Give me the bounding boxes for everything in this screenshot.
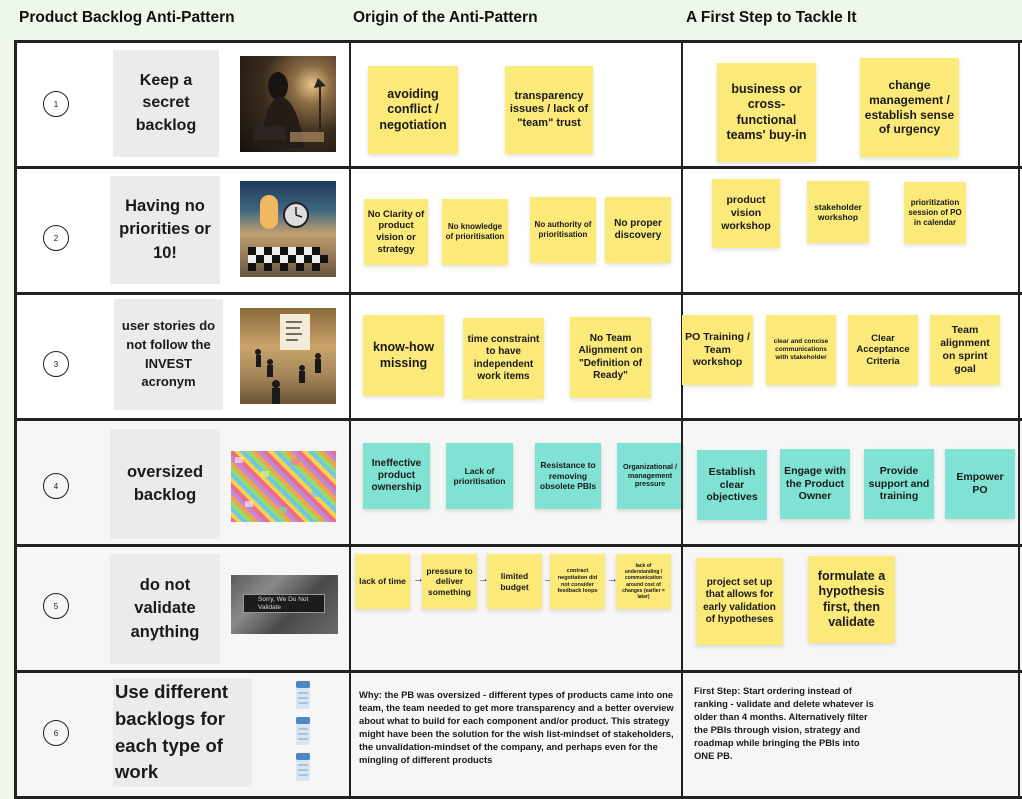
row-6: 6 Use different backlogs for each type o… xyxy=(17,673,1022,799)
anti-pattern-title: oversized backlog xyxy=(110,429,220,539)
anti-pattern-title: Keep a secret backlog xyxy=(113,50,219,157)
origin-sticky: No knowledge of prioritisation xyxy=(442,199,508,265)
column-divider xyxy=(681,169,683,292)
origin-sticky: avoiding conflict / negotiation xyxy=(368,66,458,154)
step-sticky: Empower PO xyxy=(945,449,1015,519)
row-number-badge: 1 xyxy=(43,91,69,117)
step-sticky: formulate a hypothesis first, then valid… xyxy=(808,556,895,643)
image-team-meeting xyxy=(240,308,336,404)
step-sticky: project set up that allows for early val… xyxy=(696,558,783,645)
origin-sticky: No Clarity of product vision or strategy xyxy=(364,199,428,265)
column-divider xyxy=(349,295,351,418)
row-4: 4 oversized backlog Ineffective product … xyxy=(17,421,1022,547)
image-database-stack xyxy=(293,679,313,785)
database-icon xyxy=(296,681,310,781)
anti-pattern-title: user stories do not follow the INVEST ac… xyxy=(114,299,223,410)
backlog-board: 1 Keep a secret backlog avoiding conflic… xyxy=(14,40,1022,799)
origin-sticky: Lack of prioritisation xyxy=(446,443,513,509)
row-5: 5 do not validate anything Sorry, We Do … xyxy=(17,547,1022,673)
step-sticky: Team alignment on sprint goal xyxy=(930,315,1000,385)
column-divider xyxy=(349,421,351,544)
column-divider xyxy=(681,43,683,166)
step-sticky: Engage with the Product Owner xyxy=(780,449,850,519)
column-divider xyxy=(1018,421,1020,544)
clock-room-icon xyxy=(248,195,328,271)
step-sticky: prioritization session of PO in calendar xyxy=(904,182,966,244)
column-divider xyxy=(1018,169,1020,292)
column-divider xyxy=(1018,295,1020,418)
column-divider xyxy=(349,547,351,670)
image-surreal-room xyxy=(240,181,336,277)
column-divider xyxy=(349,43,351,166)
origin-sticky: time constraint to have independent work… xyxy=(463,318,544,399)
origin-sticky: transparency issues / lack of "team" tru… xyxy=(505,66,593,154)
origin-sticky: Resistance to removing obsolete PBIs xyxy=(535,443,601,509)
origin-sticky: Ineffective product ownership xyxy=(363,443,430,509)
column-divider xyxy=(681,673,683,796)
image-sticky-note-wall xyxy=(231,451,336,522)
origin-explanation-text: Why: the PB was oversized - different ty… xyxy=(359,689,674,765)
sign-plate: Sorry, We Do Not Validate xyxy=(243,594,325,613)
row-number-badge: 4 xyxy=(43,473,69,499)
step-sticky: Provide support and training xyxy=(864,449,934,519)
person-writing-icon xyxy=(254,72,326,148)
step-sticky: change management / establish sense of u… xyxy=(860,58,959,157)
row-number-badge: 5 xyxy=(43,593,69,619)
step-sticky: clear and concise communications with st… xyxy=(766,315,836,385)
origin-sticky: lack of understanding / communication ar… xyxy=(616,554,671,609)
column-divider xyxy=(681,421,683,544)
header-first-step: A First Step to Tackle It xyxy=(686,9,857,26)
team-meeting-icon xyxy=(255,314,321,404)
step-sticky: product vision workshop xyxy=(712,179,780,248)
step-sticky: business or cross-functional teams' buy-… xyxy=(717,63,816,162)
row-number-badge: 6 xyxy=(43,720,69,746)
origin-sticky: contract negotiation did not consider fe… xyxy=(550,554,605,609)
column-divider xyxy=(1018,673,1020,796)
origin-sticky: limited budget xyxy=(487,554,542,609)
image-no-validate-sign: Sorry, We Do Not Validate xyxy=(231,575,338,634)
step-sticky: Clear Acceptance Criteria xyxy=(848,315,918,385)
column-divider xyxy=(349,673,351,796)
header-origin: Origin of the Anti-Pattern xyxy=(353,9,538,26)
row-2: 2 Having no priorities or 10! No Clarity… xyxy=(17,169,1022,295)
column-divider xyxy=(349,169,351,292)
row-3: 3 user stories do not follow the INVEST … xyxy=(17,295,1022,421)
step-sticky: stakeholder workshop xyxy=(807,181,869,243)
step-sticky: PO Training / Team workshop xyxy=(682,315,753,385)
origin-sticky: No proper discovery xyxy=(605,197,671,263)
anti-pattern-title: Use different backlogs for each type of … xyxy=(113,678,252,787)
anti-pattern-title: Having no priorities or 10! xyxy=(110,176,220,284)
origin-sticky: No Team Alignment on "Definition of Read… xyxy=(570,317,651,398)
first-step-text: First Step: Start ordering instead of ra… xyxy=(694,685,874,761)
origin-sticky: know-how missing xyxy=(363,315,444,396)
step-sticky: Establish clear objectives xyxy=(697,450,767,520)
header-anti-pattern: Product Backlog Anti-Pattern xyxy=(19,9,235,26)
row-1: 1 Keep a secret backlog avoiding conflic… xyxy=(17,43,1022,169)
colorful-notes-icon xyxy=(235,457,319,513)
row-number-badge: 3 xyxy=(43,351,69,377)
origin-sticky: Organizational / management pressure xyxy=(617,443,683,509)
column-divider xyxy=(1018,43,1020,166)
column-divider xyxy=(681,547,683,670)
column-divider xyxy=(1018,547,1020,670)
row-number-badge: 2 xyxy=(43,225,69,251)
origin-sticky: No authority of prioritisation xyxy=(530,197,596,263)
origin-sticky: lack of time xyxy=(355,554,410,609)
origin-sticky: pressure to deliver something xyxy=(422,554,477,609)
anti-pattern-title: do not validate anything xyxy=(110,554,220,664)
image-secret-backlog xyxy=(240,56,336,152)
